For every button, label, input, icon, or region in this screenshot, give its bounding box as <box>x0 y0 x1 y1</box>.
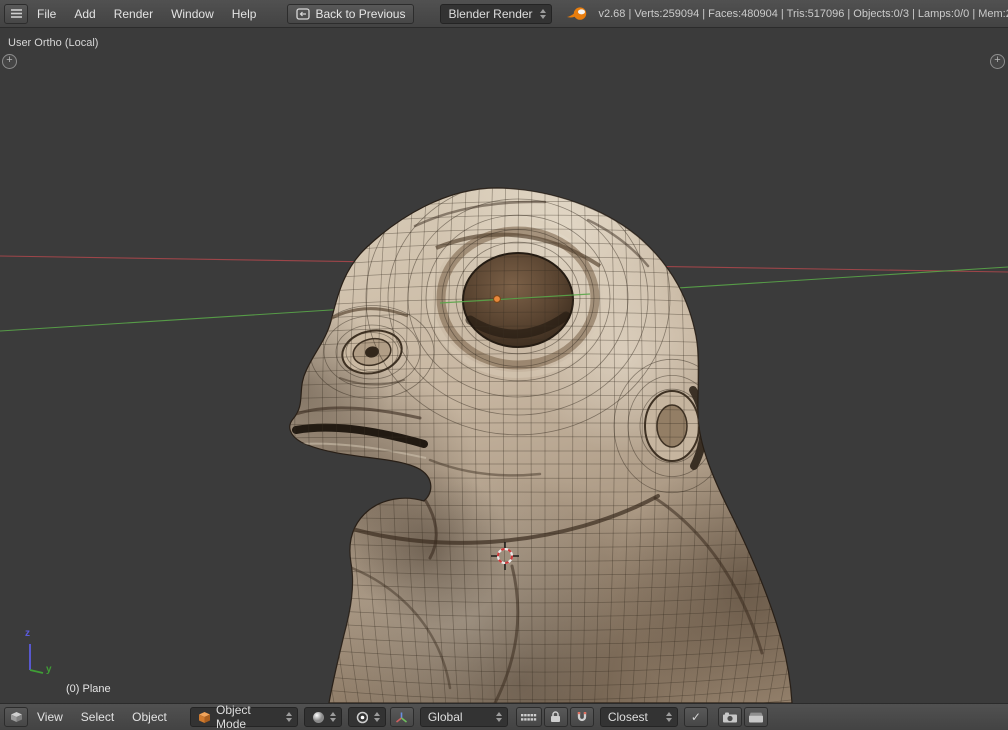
area-expand-left-icon[interactable]: + <box>2 54 17 69</box>
view3d-header: View Select Object Object Mode <box>0 703 1008 730</box>
view-mode-label: User Ortho (Local) <box>8 37 98 49</box>
blender-logo <box>566 5 588 23</box>
orientation-label: Global <box>428 710 463 724</box>
check-icon: ✓ <box>691 710 701 724</box>
info-editor-icon <box>10 8 23 19</box>
clapperboard-icon <box>748 712 764 723</box>
render-engine-label: Blender Render <box>448 7 532 21</box>
camera-icon <box>722 712 738 723</box>
opengl-render-button[interactable] <box>718 707 742 727</box>
manipulator-widget-toggle[interactable] <box>390 707 414 727</box>
pivot-point-dropdown[interactable] <box>348 707 386 727</box>
lock-to-scene-toggle[interactable] <box>544 707 568 727</box>
mode-dropdown[interactable]: Object Mode <box>190 707 298 727</box>
layers-grid-icon <box>520 713 537 722</box>
active-object-label: (0) Plane <box>66 683 111 695</box>
viewport-3d[interactable]: User Ortho (Local) (0) Plane z y + + <box>0 28 1008 703</box>
snap-target-label: Closest <box>608 710 648 724</box>
scene-statistics: v2.68 | Verts:259094 | Faces:480904 | Tr… <box>598 8 1008 20</box>
back-to-previous-button[interactable]: Back to Previous <box>287 4 414 24</box>
blender-window: File Add Render Window Help Back to Prev… <box>0 0 1008 730</box>
area-expand-right-icon[interactable]: + <box>990 54 1005 69</box>
snap-target-dropdown[interactable]: Closest <box>600 707 678 727</box>
manipulator-axis-icon <box>395 711 408 724</box>
menu-view[interactable]: View <box>28 710 72 724</box>
menu-select[interactable]: Select <box>72 710 123 724</box>
orientation-dropdown[interactable]: Global <box>420 707 508 727</box>
back-to-previous-label: Back to Previous <box>315 7 405 21</box>
gizmo-z-label: z <box>25 628 30 639</box>
updown-arrows-icon <box>540 9 546 19</box>
object-mode-cube-icon <box>198 711 210 724</box>
layers-widget[interactable] <box>516 707 542 727</box>
updown-arrows-icon <box>374 712 380 722</box>
view3d-editor-icon <box>10 711 23 723</box>
snap-align-rotation-toggle[interactable]: ✓ <box>684 707 708 727</box>
updown-arrows-icon <box>286 712 292 722</box>
menu-file[interactable]: File <box>28 7 65 21</box>
menu-window[interactable]: Window <box>162 7 223 21</box>
editor-type-selector[interactable] <box>4 4 28 24</box>
snap-toggle[interactable] <box>570 707 594 727</box>
render-engine-dropdown[interactable]: Blender Render <box>440 4 552 24</box>
updown-arrows-icon <box>330 712 336 722</box>
updown-arrows-icon <box>666 712 672 722</box>
opengl-render-animation-button[interactable] <box>744 707 768 727</box>
model-mesh[interactable] <box>210 103 875 703</box>
info-header: File Add Render Window Help Back to Prev… <box>0 0 1008 28</box>
magnet-icon <box>576 711 588 723</box>
menu-object[interactable]: Object <box>123 710 176 724</box>
menu-add[interactable]: Add <box>65 7 104 21</box>
updown-arrows-icon <box>496 712 502 722</box>
editor-type-selector-3dview[interactable] <box>4 707 28 727</box>
shading-sphere-icon <box>312 711 324 724</box>
menu-help[interactable]: Help <box>223 7 266 21</box>
mode-label: Object Mode <box>216 703 280 730</box>
lock-icon <box>550 711 561 723</box>
menu-render[interactable]: Render <box>105 7 162 21</box>
viewport-shading-dropdown[interactable] <box>304 707 342 727</box>
pivot-point-icon <box>356 711 368 724</box>
scene <box>0 28 1008 703</box>
back-screen-icon <box>296 8 310 20</box>
gizmo-y-label: y <box>46 664 52 675</box>
